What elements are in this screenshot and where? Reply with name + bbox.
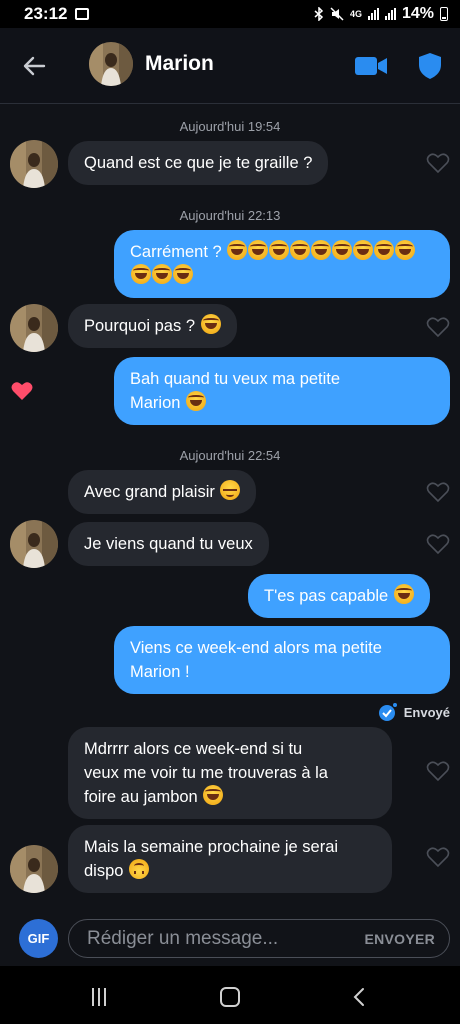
laughing-emoji-icon: [393, 584, 414, 604]
battery-icon: [440, 7, 448, 21]
back-chevron-icon[interactable]: [350, 987, 370, 1007]
message-text: Mdrrrr alors ce week-end si tu: [84, 740, 303, 758]
sent-message[interactable]: Carrément ?: [114, 230, 450, 298]
message-text: foire au jambon: [84, 788, 198, 806]
received-message[interactable]: Mdrrrr alors ce week-end si tu veux me v…: [68, 727, 392, 819]
status-icons: 4G 14%: [314, 5, 448, 23]
message-text: veux me voir tu me trouveras à la: [84, 764, 328, 782]
delivery-status: Envoyé: [378, 702, 450, 722]
heart-outline-icon[interactable]: [426, 481, 450, 503]
gallery-notification-icon: [75, 8, 90, 20]
contact-avatar-small[interactable]: [10, 304, 58, 352]
message-text: Je viens quand tu veux: [84, 535, 253, 553]
chat-header: Marion: [0, 28, 460, 104]
message-text: T'es pas capable: [264, 587, 389, 605]
gif-button[interactable]: GIF: [19, 919, 58, 958]
heart-outline-icon[interactable]: [426, 533, 450, 555]
home-icon[interactable]: [220, 987, 240, 1007]
message-text: Avec grand plaisir: [84, 483, 215, 501]
message-text: Viens ce week-end alors ma petite: [130, 639, 382, 657]
received-message[interactable]: Quand est ce que je te graille ?: [68, 141, 329, 185]
sent-message[interactable]: Bah quand tu veux ma petite Marion: [114, 357, 450, 425]
contact-avatar[interactable]: [89, 42, 133, 86]
video-camera-icon[interactable]: [354, 54, 388, 78]
contact-avatar-small[interactable]: [10, 845, 58, 893]
bluetooth-icon: [314, 7, 324, 21]
contact-avatar-small[interactable]: [10, 140, 58, 188]
heart-filled-icon[interactable]: [10, 380, 34, 402]
laughing-emoji-icon: [186, 391, 207, 411]
status-bar: 23:12 4G 14%: [0, 0, 460, 28]
message-text: dispo: [84, 862, 124, 880]
delivery-status-text: Envoyé: [403, 704, 450, 720]
message-text: Bah quand tu veux ma petite: [130, 370, 341, 388]
tears-of-joy-emoji-icon: [200, 314, 221, 334]
system-navigation-bar: [0, 966, 460, 1024]
message-list[interactable]: Aujourd'hui 19:54 Quand est ce que je te…: [0, 104, 460, 910]
heart-outline-icon[interactable]: [426, 316, 450, 338]
mute-icon: [330, 7, 344, 21]
received-message[interactable]: Je viens quand tu veux: [68, 522, 269, 566]
sent-message[interactable]: T'es pas capable: [248, 574, 430, 618]
message-composer: GIF ENVOYER: [0, 910, 460, 966]
message-text: Marion: [130, 394, 181, 412]
upside-down-face-emoji-icon: [129, 859, 150, 879]
sent-message[interactable]: Viens ce week-end alors ma petite Marion…: [114, 626, 450, 694]
timestamp: Aujourd'hui 22:13: [179, 208, 281, 223]
received-message[interactable]: Mais la semaine prochaine je serai dispo: [68, 825, 392, 893]
timestamp: Aujourd'hui 22:54: [179, 448, 281, 463]
message-input[interactable]: [87, 927, 365, 950]
signal-icon: [367, 8, 379, 20]
timestamp: Aujourd'hui 19:54: [179, 119, 281, 134]
received-message[interactable]: Avec grand plaisir: [68, 470, 257, 514]
signal-icon-2: [384, 8, 396, 20]
received-message[interactable]: Pourquoi pas ?: [68, 304, 237, 348]
message-text: Quand est ce que je te graille ?: [84, 154, 313, 172]
contact-name[interactable]: Marion: [145, 52, 214, 76]
send-button[interactable]: ENVOYER: [364, 931, 435, 947]
message-text: Pourquoi pas ?: [84, 317, 195, 335]
heart-outline-icon[interactable]: [426, 760, 450, 782]
sent-check-icon: [378, 703, 397, 721]
heart-outline-icon[interactable]: [426, 846, 450, 868]
tears-of-joy-emoji-icon: [203, 785, 224, 805]
heart-outline-icon[interactable]: [426, 152, 450, 174]
arrow-left-icon[interactable]: [20, 52, 48, 80]
message-text: Marion !: [130, 663, 190, 681]
message-text: Mais la semaine prochaine je serai: [84, 838, 339, 856]
contact-avatar-small[interactable]: [10, 520, 58, 568]
battery-percent: 14%: [401, 5, 434, 22]
message-text: Carrément ?: [130, 243, 222, 261]
relieved-face-emoji-icon: [220, 480, 241, 500]
message-input-container[interactable]: ENVOYER: [68, 919, 450, 958]
status-time: 23:12: [24, 4, 68, 23]
recent-apps-icon[interactable]: [92, 988, 110, 1006]
network-type: 4G: [349, 9, 362, 19]
shield-icon[interactable]: [417, 52, 443, 80]
